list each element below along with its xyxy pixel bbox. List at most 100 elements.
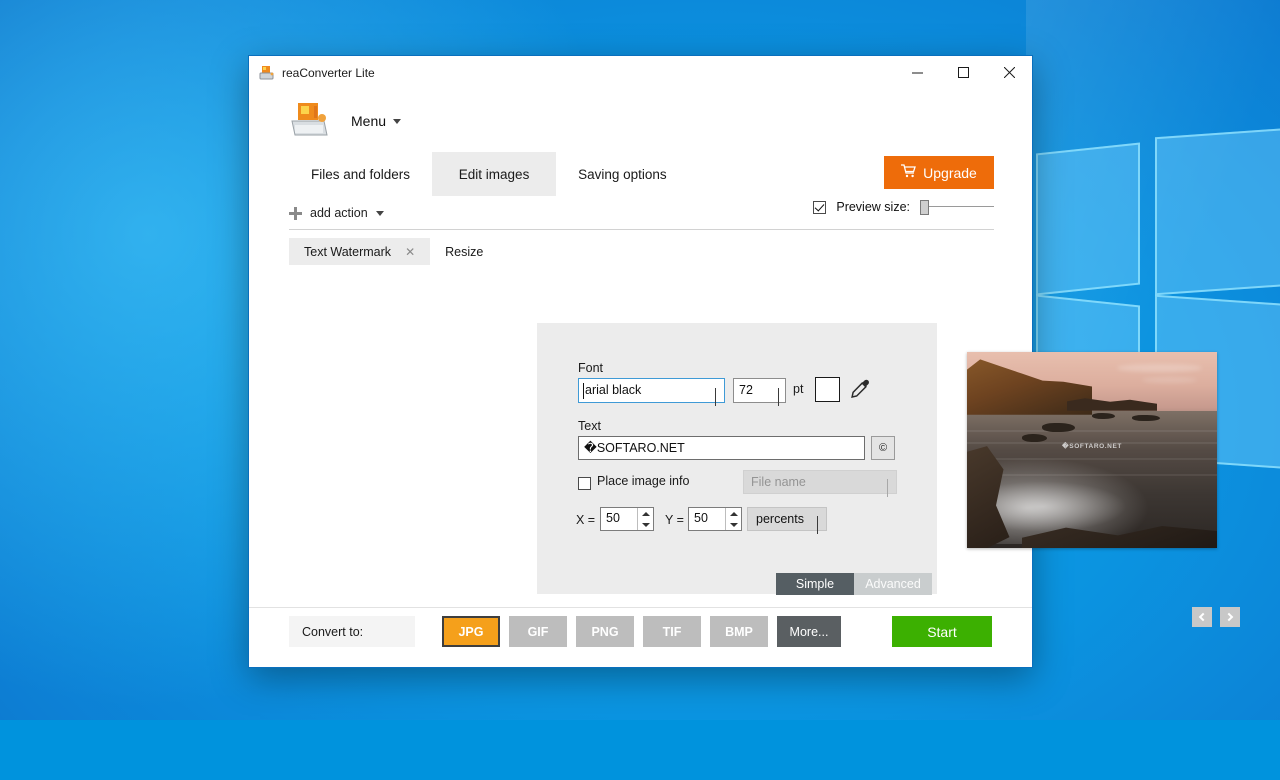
x-position-label: X = xyxy=(576,513,595,527)
format-jpg-button[interactable]: JPG xyxy=(442,616,500,647)
menu-button[interactable]: Menu xyxy=(351,113,401,129)
preview-image: �SOFTARO.NET xyxy=(967,352,1217,548)
preview-rock xyxy=(1022,434,1047,442)
preview-size-label: Preview size: xyxy=(836,200,910,214)
menu-label: Menu xyxy=(351,113,386,129)
action-tab-bar: Text Watermark ✕ Resize xyxy=(289,238,1032,265)
preview-foam xyxy=(987,481,1127,532)
stepper-up[interactable] xyxy=(726,508,741,519)
preview-cloud xyxy=(1117,364,1202,372)
mode-simple-button[interactable]: Simple xyxy=(776,573,854,595)
chevron-right-icon xyxy=(1225,613,1233,621)
format-buttons: JPG GIF PNG TIF BMP More... xyxy=(442,616,841,647)
start-button[interactable]: Start xyxy=(892,616,992,647)
chevron-down-icon xyxy=(817,516,818,534)
chevron-left-icon xyxy=(1199,613,1207,621)
mode-toggle: Simple Advanced xyxy=(776,573,932,595)
y-position-stepper[interactable]: 50 xyxy=(688,507,742,531)
x-position-value: 50 xyxy=(606,511,620,525)
chevron-down-icon xyxy=(393,119,401,124)
font-family-value: arial black xyxy=(585,383,641,397)
tab-saving-options[interactable]: Saving options xyxy=(556,152,689,196)
chevron-down-icon xyxy=(715,388,716,406)
chevron-down-icon xyxy=(778,388,779,406)
image-info-select: File name xyxy=(743,470,897,494)
subtab-label: Text Watermark xyxy=(304,245,391,259)
printer-icon xyxy=(259,65,275,81)
preview-size-control: Preview size: xyxy=(813,200,994,214)
title-bar: reaConverter Lite xyxy=(249,56,1032,90)
font-color-swatch[interactable] xyxy=(815,377,840,402)
mode-advanced-button[interactable]: Advanced xyxy=(854,573,932,595)
divider xyxy=(289,229,994,230)
subtab-resize[interactable]: Resize xyxy=(430,238,498,265)
close-button[interactable] xyxy=(986,56,1032,89)
add-action-label: add action xyxy=(310,206,368,220)
eyedropper-icon[interactable] xyxy=(849,377,871,401)
subtab-text-watermark[interactable]: Text Watermark ✕ xyxy=(289,238,430,265)
preview-size-slider[interactable] xyxy=(920,200,994,214)
upgrade-button[interactable]: Upgrade xyxy=(884,156,994,189)
window-title: reaConverter Lite xyxy=(282,66,375,80)
x-position-stepper[interactable]: 50 xyxy=(600,507,654,531)
preview-next-button[interactable] xyxy=(1220,607,1240,627)
watermark-text-input[interactable]: �SOFTARO.NET xyxy=(578,436,865,460)
watermark-text-value: �SOFTARO.NET xyxy=(584,440,685,455)
maximize-button[interactable] xyxy=(940,56,986,89)
font-family-select[interactable]: arial black xyxy=(578,378,725,403)
convert-to-label: Convert to: xyxy=(289,616,415,647)
preview-rock xyxy=(1132,415,1160,422)
chevron-down-icon xyxy=(376,211,384,216)
subtab-label: Resize xyxy=(445,245,483,259)
window-controls xyxy=(894,56,1032,89)
y-position-label: Y = xyxy=(665,513,684,527)
font-size-select[interactable]: 72 xyxy=(733,378,786,403)
stepper-up[interactable] xyxy=(638,508,653,519)
bottom-bar: Convert to: JPG GIF PNG TIF BMP More... … xyxy=(249,607,1032,667)
preview-prev-button[interactable] xyxy=(1192,607,1212,627)
format-gif-button[interactable]: GIF xyxy=(509,616,567,647)
app-window: reaConverter Lite Menu xyxy=(248,55,1033,668)
preview-rock xyxy=(1092,413,1115,419)
tab-edit-images[interactable]: Edit images xyxy=(432,152,556,196)
plus-icon xyxy=(289,207,302,220)
preview-rock xyxy=(1042,423,1075,433)
stepper-arrows[interactable] xyxy=(637,508,653,530)
format-more-button[interactable]: More... xyxy=(777,616,841,647)
slider-track xyxy=(920,206,994,207)
printer-logo xyxy=(289,101,331,141)
menu-row: Menu xyxy=(249,90,1032,152)
preview-size-checkbox[interactable] xyxy=(813,201,826,214)
font-size-value: 72 xyxy=(739,383,753,397)
place-image-info-label: Place image info xyxy=(597,474,689,488)
y-position-value: 50 xyxy=(694,511,708,525)
place-image-info-checkbox[interactable] xyxy=(578,477,591,490)
position-unit-value: percents xyxy=(756,512,804,526)
text-cursor xyxy=(583,383,584,399)
preview-ripple xyxy=(967,430,1217,432)
action-bar: add action Preview size: xyxy=(249,196,1032,230)
windows-logo-pane xyxy=(1155,127,1280,295)
copyright-insert-button[interactable]: © xyxy=(871,436,895,460)
close-icon[interactable]: ✕ xyxy=(405,245,415,259)
stepper-down[interactable] xyxy=(638,519,653,530)
cart-icon xyxy=(901,164,916,181)
tab-files-and-folders[interactable]: Files and folders xyxy=(289,152,432,196)
stepper-arrows[interactable] xyxy=(725,508,741,530)
chevron-down-icon xyxy=(887,479,888,497)
font-size-unit-label: pt xyxy=(793,382,803,396)
font-label: Font xyxy=(578,361,603,375)
format-tif-button[interactable]: TIF xyxy=(643,616,701,647)
position-unit-select[interactable]: percents xyxy=(747,507,827,531)
stepper-down[interactable] xyxy=(726,519,741,530)
upgrade-label: Upgrade xyxy=(923,165,977,181)
format-bmp-button[interactable]: BMP xyxy=(710,616,768,647)
format-png-button[interactable]: PNG xyxy=(576,616,634,647)
image-info-value: File name xyxy=(751,475,806,489)
preview-navigation xyxy=(1192,607,1240,627)
minimize-button[interactable] xyxy=(894,56,940,89)
add-action-button[interactable]: add action xyxy=(289,206,384,220)
text-watermark-panel: Font arial black 72 pt Text �SOFTARO.NET… xyxy=(537,323,937,594)
slider-thumb[interactable] xyxy=(920,200,929,215)
windows-logo-pane xyxy=(1036,143,1140,296)
